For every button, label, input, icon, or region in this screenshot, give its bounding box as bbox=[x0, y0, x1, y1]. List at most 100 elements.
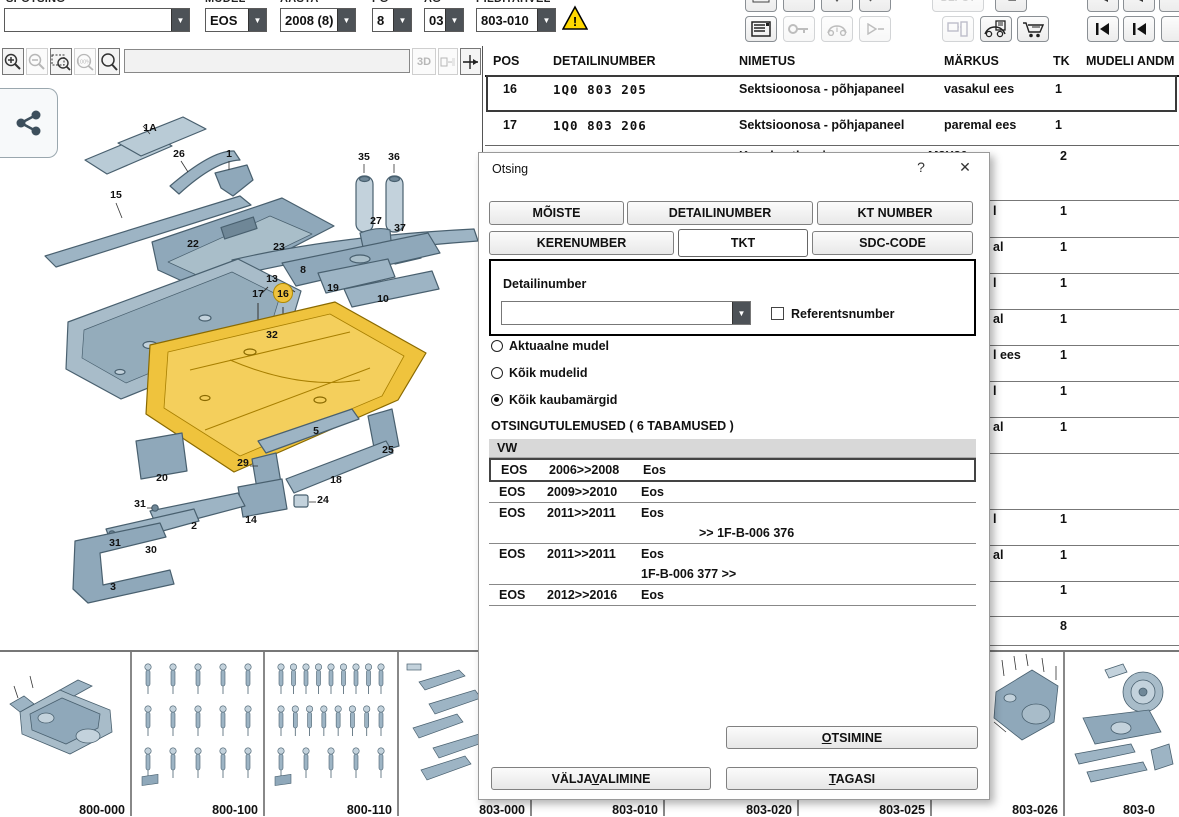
help-button[interactable]: ? bbox=[911, 159, 931, 175]
view-3d-button[interactable]: 3D bbox=[412, 48, 436, 75]
callout-22[interactable]: 22 bbox=[187, 238, 199, 250]
fit-width-icon[interactable] bbox=[460, 48, 481, 75]
zoom-100-icon[interactable]: 100% bbox=[74, 48, 96, 75]
callout-37[interactable]: 37 bbox=[394, 222, 406, 234]
reference-number-checkbox[interactable] bbox=[771, 307, 784, 320]
chevron-down-icon[interactable]: ▼ bbox=[393, 9, 411, 31]
chevron-down-icon[interactable]: ▼ bbox=[171, 9, 189, 31]
zoom-out-icon[interactable] bbox=[26, 48, 48, 75]
ag-combo[interactable]: 03▼ bbox=[424, 8, 464, 32]
result-row[interactable]: EOS2011>>2011Eos1F-B-006 377 >> bbox=[489, 544, 976, 585]
vehicle-document-icon[interactable] bbox=[980, 16, 1012, 42]
vehicle-info-icon[interactable]: i bbox=[821, 16, 853, 42]
callout-8[interactable]: 8 bbox=[300, 264, 306, 276]
zoom-slider[interactable] bbox=[124, 49, 410, 73]
radio-aktuaalne-mudel[interactable]: Aktuaalne mudel bbox=[491, 339, 609, 353]
callout-20[interactable]: 20 bbox=[156, 472, 168, 484]
tab-kt-number[interactable]: KT NUMBER bbox=[817, 201, 973, 225]
callout-3[interactable]: 3 bbox=[110, 581, 116, 593]
result-row[interactable]: EOS2006>>2008Eos bbox=[489, 458, 976, 482]
callout-1A[interactable]: 1A bbox=[143, 122, 157, 134]
tab-kerenumber[interactable]: KERENUMBER bbox=[489, 231, 674, 255]
magnifier-icon[interactable] bbox=[98, 48, 120, 75]
callout-1[interactable]: 1 bbox=[226, 148, 232, 160]
result-row[interactable]: EOS2011>>2011Eos>> 1F-B-006 376 bbox=[489, 503, 976, 544]
chevron-down-icon[interactable]: ▼ bbox=[445, 9, 463, 31]
quick-search-combo[interactable]: ▼ bbox=[4, 8, 190, 32]
zoom-in-icon[interactable] bbox=[2, 48, 24, 75]
callout-10[interactable]: 10 bbox=[377, 293, 389, 305]
search-button[interactable]: OTSIMINE bbox=[726, 726, 978, 749]
thumbnail-cell[interactable]: 800-000 bbox=[0, 652, 130, 816]
tab-tkt[interactable]: TKT bbox=[678, 229, 808, 257]
parts-list-icon[interactable] bbox=[745, 16, 777, 42]
callout-35[interactable]: 35 bbox=[358, 151, 370, 163]
callout-14[interactable]: 14 bbox=[245, 514, 257, 526]
callout-29[interactable]: 29 bbox=[237, 457, 249, 469]
col-detail[interactable]: DETAILINUMBER bbox=[553, 54, 656, 68]
col-name[interactable]: NIMETUS bbox=[739, 54, 795, 68]
thumbnail-grid-icon[interactable] bbox=[438, 48, 458, 75]
nav-top-next-icon[interactable] bbox=[1159, 0, 1179, 12]
chevron-down-icon[interactable]: ▼ bbox=[248, 9, 266, 31]
tab-detailinumber[interactable]: DETAILINUMBER bbox=[627, 201, 813, 225]
callout-18[interactable]: 18 bbox=[330, 474, 342, 486]
chevron-down-icon[interactable]: ▼ bbox=[337, 9, 355, 31]
radio-k-ik-kaubam-rgid[interactable]: Kõik kaubamärgid bbox=[491, 393, 617, 407]
key-icon[interactable] bbox=[783, 16, 815, 42]
radio-k-ik-mudelid[interactable]: Kõik mudelid bbox=[491, 366, 587, 380]
callout-31[interactable]: 31 bbox=[109, 537, 121, 549]
callout-23[interactable]: 23 bbox=[273, 241, 285, 253]
stamp-icon[interactable] bbox=[783, 0, 815, 12]
callout-19[interactable]: 19 bbox=[327, 282, 339, 294]
monitor-card-icon[interactable] bbox=[942, 16, 974, 42]
nav-next-icon[interactable] bbox=[1161, 16, 1179, 42]
nav-top-first-icon[interactable] bbox=[1087, 0, 1119, 12]
exploded-parts-diagram[interactable]: 1A26135361522232737819101317163252529182… bbox=[0, 78, 482, 650]
thumbnail-cell[interactable]: 800-100 bbox=[130, 652, 263, 816]
rotate-icon[interactable] bbox=[859, 0, 891, 12]
callout-17[interactable]: 17 bbox=[252, 288, 264, 300]
col-model[interactable]: MUDELI ANDM bbox=[1086, 54, 1174, 68]
callout-31[interactable]: 31 bbox=[134, 498, 146, 510]
callout-25[interactable]: 25 bbox=[382, 444, 394, 456]
chevron-down-icon[interactable]: ▼ bbox=[537, 9, 555, 31]
callout-24[interactable]: 24 bbox=[317, 494, 329, 506]
callout-26[interactable]: 26 bbox=[173, 148, 185, 160]
callout-2[interactable]: 2 bbox=[191, 520, 197, 532]
tab-sdc-code[interactable]: SDC-CODE bbox=[812, 231, 973, 255]
select-button[interactable]: VÄLJAVALIMINE bbox=[491, 767, 711, 790]
play-dash-icon[interactable] bbox=[859, 16, 891, 42]
callout-27[interactable]: 27 bbox=[370, 215, 382, 227]
callout-32[interactable]: 32 bbox=[266, 329, 278, 341]
depot-button[interactable]: DEPOT bbox=[932, 0, 984, 12]
callout-5[interactable]: 5 bbox=[313, 425, 319, 437]
callout-30[interactable]: 30 bbox=[145, 544, 157, 556]
zoom-selection-icon[interactable] bbox=[50, 48, 72, 75]
tab-moiste[interactable]: MÕISTE bbox=[489, 201, 624, 225]
arrow-down-icon[interactable] bbox=[821, 0, 853, 12]
callout-13[interactable]: 13 bbox=[266, 273, 278, 285]
cart-small-icon[interactable] bbox=[995, 0, 1027, 12]
back-button[interactable]: TAGASI bbox=[726, 767, 978, 790]
model-combo[interactable]: EOS▼ bbox=[205, 8, 267, 32]
detail-number-combo[interactable]: ▼ bbox=[501, 301, 751, 325]
result-row[interactable]: EOS2012>>2016Eos bbox=[489, 585, 976, 606]
close-icon[interactable]: ✕ bbox=[955, 159, 975, 176]
callout-36[interactable]: 36 bbox=[388, 151, 400, 163]
pg-combo[interactable]: 8▼ bbox=[372, 8, 412, 32]
nav-prev-icon[interactable] bbox=[1123, 16, 1155, 42]
col-tk[interactable]: TK bbox=[1053, 54, 1070, 68]
callout-15[interactable]: 15 bbox=[110, 189, 122, 201]
col-markus[interactable]: MÄRKUS bbox=[944, 54, 999, 68]
result-row[interactable]: EOS2009>>2010Eos bbox=[489, 482, 976, 503]
year-combo[interactable]: 2008 (8)▼ bbox=[280, 8, 356, 32]
nav-first-icon[interactable] bbox=[1087, 16, 1119, 42]
thumbnail-cell[interactable]: 803-0 bbox=[1063, 652, 1179, 816]
chevron-down-icon[interactable]: ▼ bbox=[732, 302, 750, 324]
col-pos[interactable]: POS bbox=[493, 54, 519, 68]
nav-top-prev-icon[interactable] bbox=[1123, 0, 1155, 12]
print-icon[interactable] bbox=[745, 0, 777, 12]
table-row[interactable]: 17 1Q0 803 206 Sektsioonosa - põhjapanee… bbox=[485, 112, 1179, 145]
callout-16[interactable]: 16 bbox=[277, 288, 289, 300]
